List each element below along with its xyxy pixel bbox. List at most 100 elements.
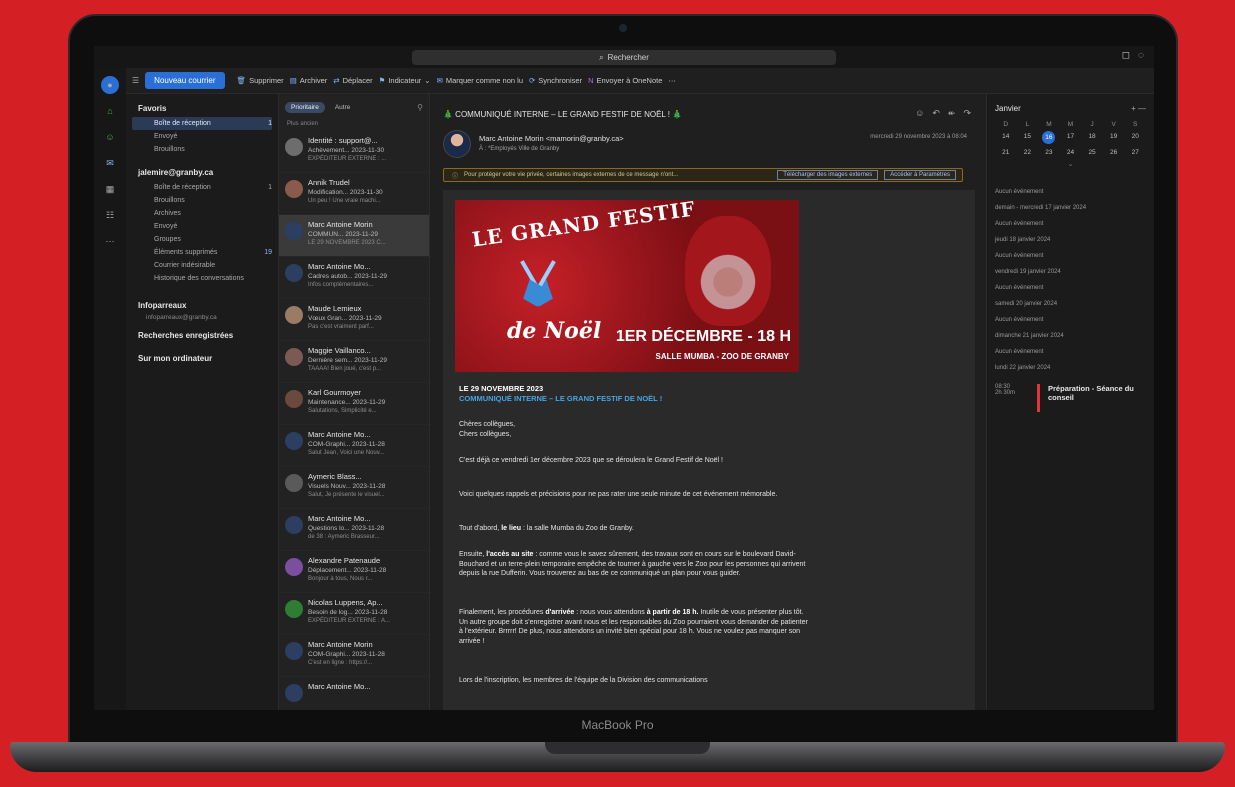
home-icon[interactable]: ⌂ [101, 102, 119, 120]
tab-other[interactable]: Autre [329, 102, 357, 113]
folder-groups[interactable]: Groupes [132, 233, 272, 246]
download-images-button[interactable]: Télécharger des images externes [777, 170, 879, 180]
message-item[interactable]: Maude Lemieux Vœux Gran... 2023-11-29 Pas … [279, 299, 429, 341]
move-button[interactable]: ⇄ Déplacer [333, 76, 372, 85]
calendar-day-number: 14 [1002, 133, 1010, 140]
filter-icon[interactable]: ⚲ [417, 103, 423, 112]
message-from: Karl Gourmoyer [308, 388, 361, 397]
agenda-no-events: Aucun événement [995, 285, 1044, 291]
calendar-icon[interactable]: ▦ [101, 180, 119, 198]
reading-actions: ☺ ↶ ↞ ↷ [915, 108, 971, 119]
reply-icon[interactable]: ↶ [932, 108, 940, 119]
agenda-event[interactable]: 08:30 2h 30m Préparation - Séance du con… [995, 384, 1146, 412]
folder-drafts[interactable]: Brouillons [132, 194, 272, 207]
mail-icon[interactable]: ✉ [101, 154, 119, 172]
tab-focused[interactable]: Prioritaire [285, 102, 325, 113]
more-icon[interactable]: ⋯ [101, 232, 119, 250]
body-paragraph-3: Tout d'abord, le lieu : la salle Mumba d… [459, 525, 634, 532]
message-item[interactable]: Aymeric Blass... Visuels Nouv... 2023-11-… [279, 467, 429, 509]
calendar-day[interactable]: 25 [1081, 149, 1103, 156]
account-avatar-icon[interactable]: ● [101, 76, 119, 94]
sender-avatar [285, 474, 303, 492]
flag-button[interactable]: ⚑ Indicateur ⌄ [379, 76, 431, 85]
message-item[interactable]: Marc Antoine Mo... Questions lo... 2023-1… [279, 509, 429, 551]
message-item[interactable]: Marc Antoine Mo... COM-Graphi... 2023-11-… [279, 425, 429, 467]
calendar-day[interactable]: 24 [1060, 149, 1082, 156]
folder-inbox-favorite[interactable]: Boîte de réception 1 [132, 117, 272, 130]
message-item[interactable]: Marc Antoine Morin COM-Graphi... 2023-11-… [279, 635, 429, 677]
message-item[interactable]: Alexandre Patenaude Déplacement... 2023-1… [279, 551, 429, 593]
folder-drafts-favorite[interactable]: Brouillons [132, 143, 272, 156]
folder-junk[interactable]: Courrier indésirable [132, 259, 272, 272]
message-item[interactable]: Maggie Vaillanco... Dernière sem... 2023-… [279, 341, 429, 383]
folder-conversation-history[interactable]: Historique des conversations [132, 272, 272, 285]
calendar-day[interactable]: 18 [1081, 133, 1103, 144]
calendar-expand-icon[interactable]: ⌄ [995, 160, 1146, 168]
account-header[interactable]: jalemire@granby.ca [138, 168, 272, 177]
weekday-label: M [1046, 121, 1052, 128]
onenote-icon: N [588, 76, 594, 85]
calendar-day[interactable]: 21 [995, 149, 1017, 156]
sender-avatar [285, 222, 303, 240]
calendar-day[interactable]: 20 [1124, 133, 1146, 144]
sender-avatar [443, 130, 471, 158]
emoji-icon[interactable]: ☺ [915, 108, 924, 119]
favorites-header[interactable]: Favoris [138, 104, 272, 113]
message-item[interactable]: Annik Trudel Modification... 2023-11-30 Un… [279, 173, 429, 215]
folder-sent[interactable]: Envoyé [132, 220, 272, 233]
message-from: Marc Antoine Morin [308, 220, 373, 229]
help-icon[interactable]: ◻ [1122, 50, 1130, 61]
calendar-nav[interactable]: + ― [1131, 104, 1146, 113]
search-input[interactable]: ⌕ Rechercher [412, 50, 836, 65]
more-actions-button[interactable]: ⋯ [668, 76, 676, 85]
on-my-computer-header[interactable]: Sur mon ordinateur [138, 354, 272, 363]
agenda-day-header: vendredi 19 janvier 2024 [995, 269, 1061, 275]
calendar-day[interactable]: 23 [1038, 149, 1060, 156]
message-item[interactable]: Karl Gourmoyer Maintenance... 2023-11-29 S… [279, 383, 429, 425]
message-preview: Bonjour à tous, Nous r... [308, 576, 373, 582]
message-item[interactable]: Marc Antoine Mo... [279, 677, 429, 710]
calendar-day[interactable]: 27 [1124, 149, 1146, 156]
folder-archives[interactable]: Archives [132, 207, 272, 220]
onenote-button[interactable]: N Envoyer à OneNote [588, 76, 662, 85]
message-item[interactable]: Identité : support@... Achèvement... 2023… [279, 131, 429, 173]
calendar-day[interactable]: 22 [1017, 149, 1039, 156]
mark-unread-button[interactable]: ✉ Marquer comme non lu [437, 76, 523, 85]
calendar-day[interactable]: 17 [1060, 133, 1082, 144]
sender-avatar [285, 348, 303, 366]
archive-button[interactable]: ▤ Archiver [290, 76, 328, 85]
reply-all-icon[interactable]: ↞ [948, 108, 956, 119]
sync-button[interactable]: ⟳ Synchroniser [529, 76, 582, 85]
message-item[interactable]: Marc Antoine Morin COMMUN... 2023-11-29 LE… [279, 215, 429, 257]
shared-mailbox-header[interactable]: Infoparreaux [138, 301, 272, 310]
sender-name[interactable]: Marc Antoine Morin <mamorin@granby.ca> [479, 134, 624, 143]
delete-button[interactable]: 🗑 Supprimer [237, 76, 284, 85]
sent-date: mercredi 29 novembre 2023 à 08:04 [870, 134, 967, 140]
calendar-day[interactable]: 14 [995, 133, 1017, 144]
notification-icon[interactable]: ◌ [1138, 50, 1144, 61]
calendar-day[interactable]: 26 [1103, 149, 1125, 156]
message-preview: de 38 : Aymeric Brasseur... [308, 534, 380, 540]
folder-sent-favorite[interactable]: Envoyé [132, 130, 272, 143]
message-subject: Cadres autob... 2023-11-29 [308, 273, 388, 280]
calendar-day[interactable]: 16 [1038, 131, 1060, 144]
folder-inbox[interactable]: Boîte de réception 1 [132, 181, 272, 194]
forward-icon[interactable]: ↷ [963, 108, 971, 119]
message-item[interactable]: Nicolas Luppens, Ap... Besoin de log... 2… [279, 593, 429, 635]
message-item[interactable]: Marc Antoine Mo... Cadres autob... 2023-1… [279, 257, 429, 299]
message-tabs: Prioritaire Autre ⚲ [279, 94, 429, 117]
santa-figure [685, 216, 771, 326]
contacts-icon[interactable]: ☷ [101, 206, 119, 224]
section-label: Plus ancien [287, 121, 319, 127]
calendar-day[interactable]: 19 [1103, 133, 1125, 144]
menu-icon[interactable]: ☰ [132, 76, 139, 85]
settings-button[interactable]: Accéder à Paramètres [884, 170, 956, 180]
people-icon[interactable]: ☺ [101, 128, 119, 146]
window-controls: ◻ ◌ [1122, 50, 1144, 61]
new-mail-button[interactable]: Nouveau courrier [145, 72, 225, 89]
saved-searches-header[interactable]: Recherches enregistrées [138, 331, 272, 340]
email-body: LE GRAND FESTIF de Noël 1ER DÉCEMBRE - 1… [443, 190, 975, 710]
calendar-day[interactable]: 15 [1017, 133, 1039, 144]
folder-deleted[interactable]: Éléments supprimés 19 [132, 246, 272, 259]
message-subject: Visuels Nouv... 2023-11-28 [308, 483, 386, 490]
